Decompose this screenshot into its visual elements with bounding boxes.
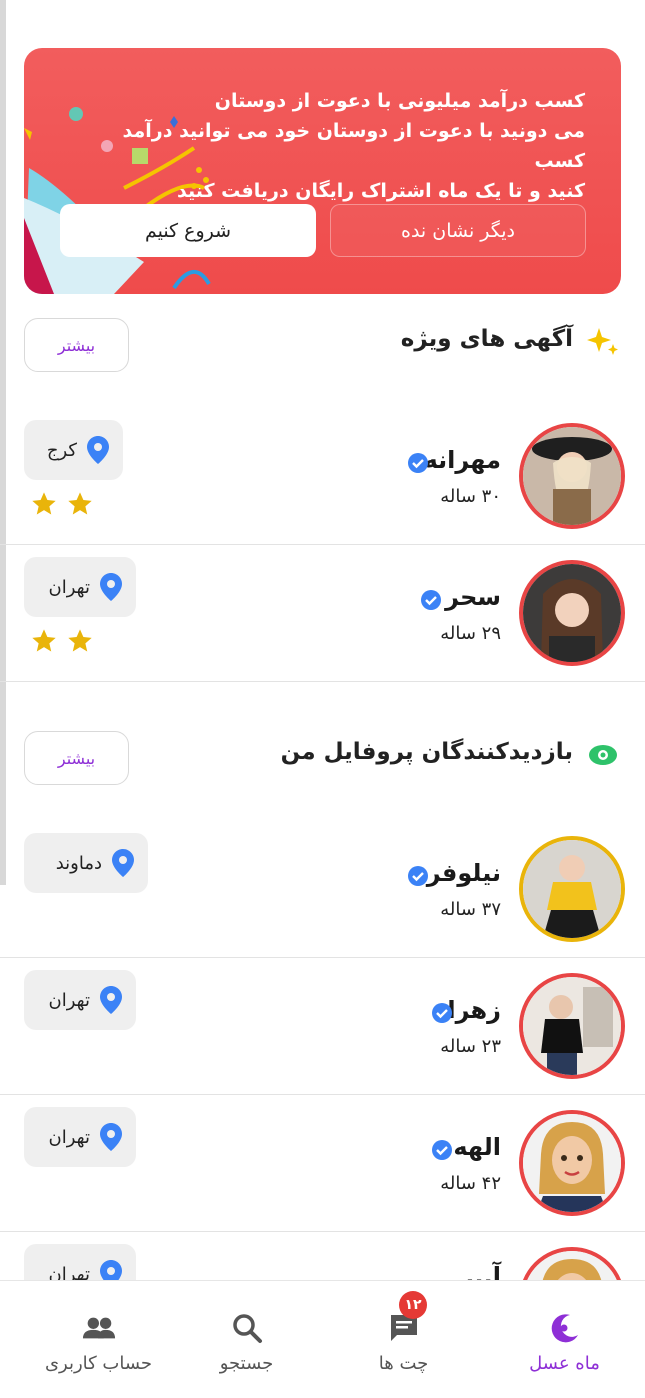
nav-label: جستجو <box>219 1353 274 1374</box>
sparkles-icon <box>587 328 618 355</box>
visitors-more-button[interactable]: بیشتر <box>24 731 129 785</box>
nav-label: ماه عسل <box>529 1353 600 1374</box>
nav-account[interactable]: حساب کاربری <box>18 1281 179 1398</box>
profile-name: سحر <box>445 583 501 611</box>
promo-title: کسب درآمد میلیونی با دعوت از دوستان <box>214 90 585 112</box>
location-label: دماوند <box>55 852 102 874</box>
profile-age: ۲۹ ساله <box>440 623 501 644</box>
star-rating <box>30 627 94 655</box>
avatar[interactable] <box>519 1110 625 1216</box>
profile-age: ۳۰ ساله <box>440 486 501 507</box>
visitor-profile-row[interactable]: نیلوفر ۳۷ ساله دماوند <box>0 821 645 958</box>
bottom-navigation: ماه عسل ۱۲ چت ها جستجو حساب کاربری <box>0 1280 645 1398</box>
location-pin-icon <box>100 573 122 601</box>
star-rating <box>30 490 94 518</box>
location-chip: تهران <box>24 1107 136 1167</box>
location-pin-icon <box>87 436 109 464</box>
promo-line: می دونید با دعوت از دوستان خود می توانید… <box>122 120 585 172</box>
location-pin-icon <box>112 849 134 877</box>
visitor-profile-row[interactable]: زهرا ۲۳ ساله تهران <box>0 958 645 1095</box>
verified-icon <box>421 590 441 610</box>
promo-message: کسب درآمد میلیونی با دعوت از دوستان می د… <box>85 86 585 206</box>
profile-name: الهه <box>453 1133 501 1161</box>
referral-promo-banner: کسب درآمد میلیونی با دعوت از دوستان می د… <box>24 48 621 294</box>
avatar[interactable] <box>519 973 625 1079</box>
location-chip: تهران <box>24 557 136 617</box>
location-label: تهران <box>48 1126 90 1148</box>
visitors-section-header: بازدیدکنندگان پروفایل من بیشتر <box>24 731 621 785</box>
verified-icon <box>432 1140 452 1160</box>
search-icon <box>230 1311 264 1345</box>
location-chip: دماوند <box>24 833 148 893</box>
location-chip: کرج <box>24 420 123 480</box>
start-button[interactable]: شروع کنیم <box>60 204 316 257</box>
dont-show-again-button[interactable]: دیگر نشان نده <box>330 204 586 257</box>
location-label: تهران <box>48 989 90 1011</box>
profile-age: ۳۷ ساله <box>440 899 501 920</box>
avatar[interactable] <box>519 560 625 666</box>
star-icon <box>68 629 92 652</box>
promo-line: کنید و تا یک ماه اشتراک رایگان دریافت کن… <box>176 180 585 202</box>
featured-section-header: آگهی های ویژه بیشتر <box>24 318 621 372</box>
featured-profile-row[interactable]: سحر ۲۹ ساله تهران <box>0 545 645 682</box>
verified-icon <box>408 866 428 886</box>
star-icon <box>32 629 56 652</box>
location-label: کرج <box>46 439 77 461</box>
featured-title: آگهی های ویژه <box>400 326 573 352</box>
star-icon <box>68 492 92 515</box>
verified-icon <box>408 453 428 473</box>
nav-label: چت ها <box>378 1353 429 1374</box>
visitor-profile-row[interactable]: الهه ۴۲ ساله تهران <box>0 1095 645 1232</box>
location-label: تهران <box>48 576 90 598</box>
profile-name: مهرانه <box>423 446 501 474</box>
eye-icon <box>589 745 617 765</box>
location-chip: تهران <box>24 970 136 1030</box>
nav-chats[interactable]: ۱۲ چت ها <box>323 1281 484 1398</box>
profile-age: ۲۳ ساله <box>440 1036 501 1057</box>
location-pin-icon <box>100 1123 122 1151</box>
avatar[interactable] <box>519 836 625 942</box>
profile-age: ۴۲ ساله <box>440 1173 501 1194</box>
unread-badge: ۱۲ <box>399 1291 427 1319</box>
verified-icon <box>432 1003 452 1023</box>
profile-name: زهرا <box>447 996 501 1024</box>
location-pin-icon <box>100 986 122 1014</box>
nav-label: حساب کاربری <box>44 1353 153 1374</box>
visitors-title: بازدیدکنندگان پروفایل من <box>280 739 573 765</box>
avatar[interactable] <box>519 423 625 529</box>
featured-more-button[interactable]: بیشتر <box>24 318 129 372</box>
star-icon <box>32 492 56 515</box>
moon-icon <box>548 1311 582 1345</box>
people-icon <box>82 1311 116 1345</box>
profile-name: نیلوفر <box>426 859 501 887</box>
featured-profile-row[interactable]: مهرانه ۳۰ ساله کرج <box>0 408 645 545</box>
nav-search[interactable]: جستجو <box>166 1281 327 1398</box>
nav-honeymoon[interactable]: ماه عسل <box>484 1281 645 1398</box>
